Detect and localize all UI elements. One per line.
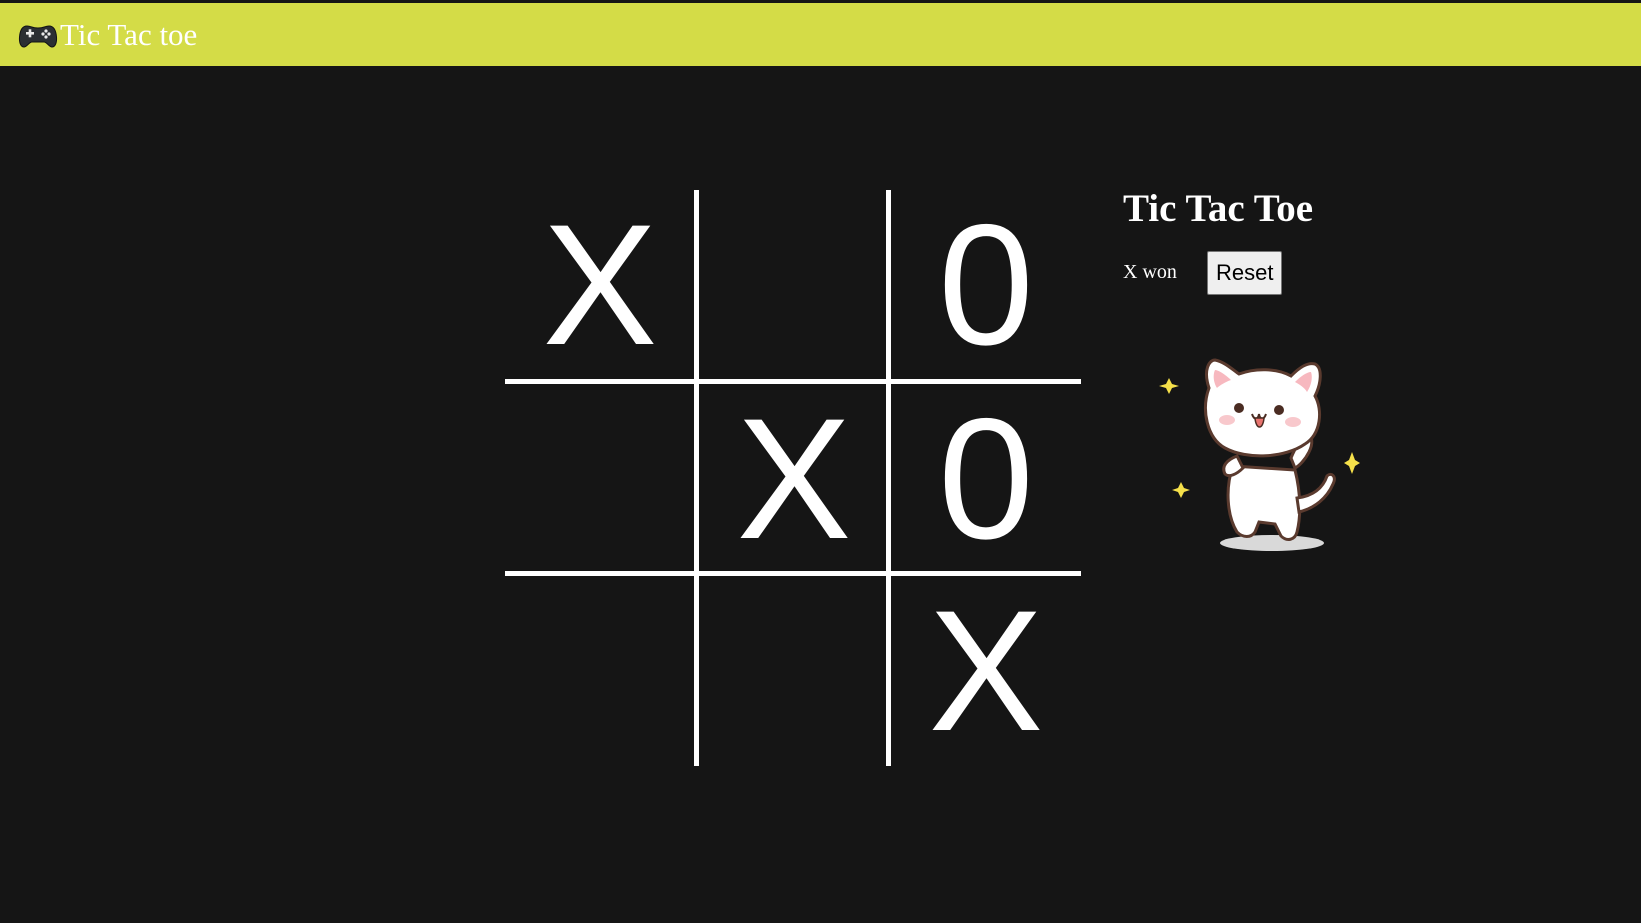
brand[interactable]: Tic Tac toe xyxy=(18,19,197,50)
board-cell-9[interactable]: X xyxy=(891,576,1081,766)
board-cell-7[interactable] xyxy=(505,576,695,766)
dancing-cat-sticker xyxy=(1159,358,1360,551)
board-cell-2[interactable] xyxy=(699,190,889,380)
sparkle-icon xyxy=(1172,482,1190,498)
reset-button[interactable]: Reset xyxy=(1207,250,1283,295)
info-panel: Tic Tac Toe X won Reset xyxy=(1123,187,1423,295)
status-row: X won Reset xyxy=(1123,250,1423,295)
top-navbar: Tic Tac toe xyxy=(0,3,1641,66)
board-cell-5[interactable]: X xyxy=(699,384,889,574)
board-cell-8[interactable] xyxy=(699,576,889,766)
board-cell-6[interactable]: 0 xyxy=(891,384,1081,574)
panel-title: Tic Tac Toe xyxy=(1123,187,1314,230)
game-board: X 0 X 0 X xyxy=(505,190,1081,766)
app-title: Tic Tac toe xyxy=(60,17,198,52)
sparkle-icon xyxy=(1159,378,1179,394)
board-cell-4[interactable] xyxy=(505,384,695,574)
game-status: X won xyxy=(1123,261,1177,284)
sparkle-icon xyxy=(1344,452,1360,474)
game-controller-icon xyxy=(18,24,58,48)
board-cell-1[interactable]: X xyxy=(505,190,695,380)
board-cell-3[interactable]: 0 xyxy=(891,190,1081,380)
